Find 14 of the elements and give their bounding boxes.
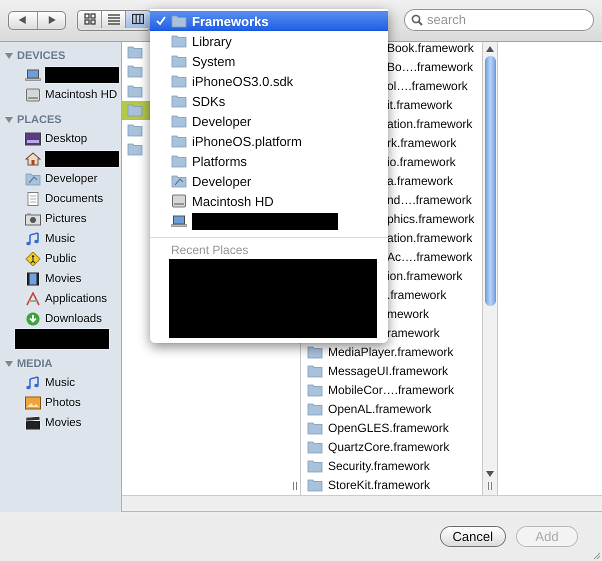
- section-header: DEVICES: [17, 50, 66, 62]
- menu-item-label: iPhoneOS3.0.sdk: [192, 74, 294, 88]
- menu-item-label: iPhoneOS.platform: [192, 134, 302, 148]
- menu-item-label: Developer: [192, 114, 252, 128]
- section-header: PLACES: [17, 114, 62, 126]
- menu-item-label: Developer: [192, 174, 252, 188]
- menu-section-header: Recent Places: [170, 243, 250, 259]
- menu-item-label: SDKs: [192, 94, 226, 108]
- menu-item-label: Platforms: [192, 154, 247, 168]
- menu-item-label: Library: [192, 34, 232, 48]
- menu-item-label: System: [192, 54, 236, 68]
- menu-item-label: Macintosh HD: [192, 194, 274, 208]
- section-header: MEDIA: [17, 358, 52, 370]
- menu-item-label: Frameworks: [192, 14, 269, 28]
